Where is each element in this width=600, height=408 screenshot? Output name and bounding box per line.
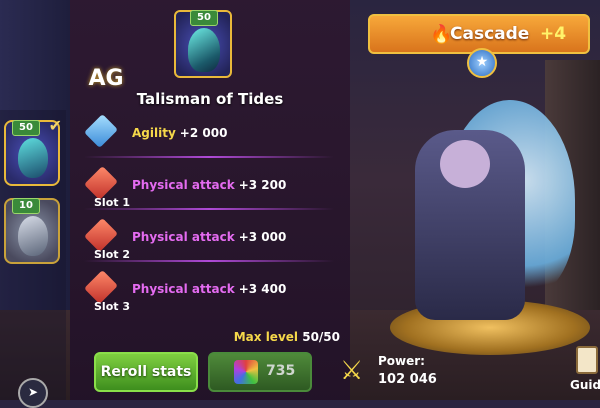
talisman-blue-icon <box>18 138 48 178</box>
stat-text: Physical attack +3 400 <box>132 282 286 296</box>
stat-text: Agility +2 000 <box>132 126 227 140</box>
stat-row: Slot 1 Physical attack +3 200 <box>84 166 334 212</box>
talisman-grey-icon <box>18 216 48 256</box>
talisman-icon <box>188 28 220 72</box>
side-slot-talisman-2[interactable]: 10 <box>4 198 60 264</box>
stat-value: +3 000 <box>238 230 287 244</box>
item-panel: 50 AG Talisman of Tides Agility +2 000 Sl… <box>70 0 350 400</box>
item-card: 50 <box>174 10 232 78</box>
compass-icon[interactable]: ➤ <box>18 378 48 408</box>
divider <box>84 156 334 158</box>
max-level-value: 50/50 <box>302 330 340 344</box>
gem-currency-icon <box>234 360 258 384</box>
stat-row: Slot 2 Physical attack +3 000 <box>84 218 334 264</box>
stat-name: Physical attack <box>132 230 235 244</box>
guide-button[interactable]: Guidel <box>566 346 600 400</box>
max-level-label: Max level <box>233 330 299 344</box>
stat-name: Physical attack <box>132 282 235 296</box>
stat-row: Agility +2 000 <box>84 114 334 160</box>
side-slot-talisman-1[interactable]: 50 ✔ <box>4 116 62 186</box>
cost-value: 735 <box>266 363 296 379</box>
stat-value: +3 400 <box>238 282 287 296</box>
star-rank-icon: ★ <box>467 48 497 78</box>
checkmark-icon: ✔ <box>48 116 62 135</box>
divider <box>84 260 334 262</box>
physical-attack-icon <box>84 218 118 252</box>
stat-name: Agility <box>132 126 176 140</box>
item-name: Talisman of Tides <box>136 90 284 108</box>
stat-text: Physical attack +3 000 <box>132 230 286 244</box>
book-icon <box>576 346 598 374</box>
level-badge: 50 <box>12 120 40 136</box>
slot-label: Slot 3 <box>94 300 130 313</box>
agility-icon <box>84 114 118 148</box>
level-badge: 10 <box>12 198 40 214</box>
divider <box>84 208 334 210</box>
power-value: 102 046 <box>378 372 437 387</box>
hero-figure[interactable] <box>395 80 575 330</box>
stat-name: Physical attack <box>132 178 235 192</box>
hero-plus: +4 <box>540 24 567 44</box>
stat-value: +2 000 <box>179 126 228 140</box>
reroll-cost-button[interactable]: 735 <box>208 352 312 392</box>
hero-face <box>440 140 490 188</box>
max-level: Max level 50/50 <box>234 330 340 344</box>
physical-attack-icon <box>84 166 118 200</box>
physical-attack-icon <box>84 270 118 304</box>
stat-row: Slot 3 Physical attack +3 400 <box>84 270 334 316</box>
reroll-stats-button[interactable]: Reroll stats <box>94 352 198 392</box>
stat-text: Physical attack +3 200 <box>132 178 286 192</box>
hero-name: Cascade <box>450 24 530 44</box>
item-level-badge: 50 <box>190 10 218 26</box>
stat-value: +3 200 <box>238 178 287 192</box>
power-label: Power: <box>378 354 425 368</box>
crossed-swords-icon: ⚔ <box>340 356 364 386</box>
guide-label: Guidel <box>570 378 600 392</box>
